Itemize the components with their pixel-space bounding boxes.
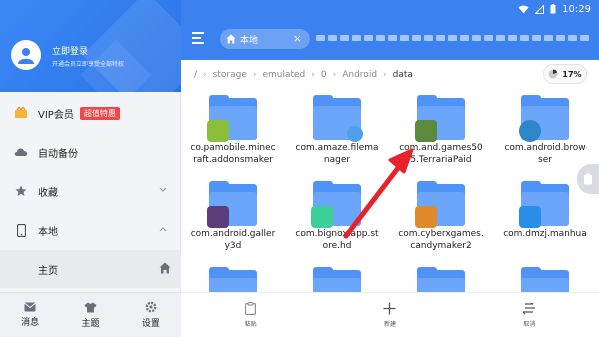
tab-local[interactable]: 本地 × [220, 29, 310, 49]
folder-name: com.dmzj.manhua [503, 229, 587, 239]
folder-name: co.pamobile.minec raft.addonsmaker [190, 143, 276, 165]
signal-icon [535, 4, 545, 14]
chevron-right-icon: › [332, 70, 337, 80]
app-icon [311, 206, 333, 228]
folder-item[interactable]: com.amaze.filema nager [285, 94, 389, 178]
gear-icon [145, 301, 157, 313]
cancel-button[interactable]: 取消 [460, 293, 599, 337]
hidden-tabs [316, 35, 589, 41]
tab-label: 消息 [21, 318, 40, 328]
folder-item[interactable]: com.android.galler y3d [181, 180, 285, 264]
chevron-right-icon: › [311, 70, 315, 80]
plus-icon [383, 302, 396, 315]
breadcrumb-item[interactable]: / [194, 70, 197, 80]
sidebar-item-favorites[interactable]: 收藏 [0, 172, 181, 210]
folder-item[interactable]: com.dmzj.manhua [493, 180, 597, 264]
mail-icon [24, 302, 36, 312]
promo-badge: 超值特惠 [79, 106, 120, 120]
breadcrumb-item[interactable]: storage [213, 70, 247, 80]
tab-label: 主题 [81, 318, 100, 329]
cloud-icon [14, 145, 28, 159]
chevron-down-icon [159, 185, 167, 196]
chevron-right-icon: › [383, 70, 387, 80]
sidebar-item-label: 自动备份 [38, 148, 78, 160]
close-tab-icon[interactable]: × [293, 32, 302, 45]
app-window: 立即登录 开通会员立即享受全部特权 VIP会员 超值特惠 自动备份 收藏 本地 … [0, 0, 599, 337]
app-icon [207, 120, 229, 142]
folder-item[interactable]: com.android.brow ser [493, 94, 597, 178]
folder-item[interactable]: com.cyberxgames. candymaker2 [389, 180, 493, 264]
shirt-icon [84, 302, 97, 312]
avatar[interactable] [11, 40, 41, 70]
app-icon [347, 126, 363, 142]
breadcrumb-item[interactable]: emulated [262, 70, 305, 80]
home-icon [226, 34, 236, 44]
action-bar: 粘贴 新建 取消 [181, 292, 599, 337]
pie-icon [548, 69, 558, 79]
chevron-right-icon: › [203, 70, 207, 80]
breadcrumb-current[interactable]: data [393, 70, 413, 80]
tab-messages[interactable]: 消息 [0, 293, 60, 337]
chevron-right-icon: › [252, 70, 257, 80]
new-button[interactable]: 新建 [320, 293, 459, 337]
paste-button[interactable]: 粘贴 [181, 293, 320, 337]
sidebar-item-backup[interactable]: 自动备份 [0, 133, 181, 171]
breadcrumb-item[interactable]: 0 [321, 70, 327, 80]
crown-icon [14, 106, 28, 120]
app-icon [519, 206, 541, 228]
sidebar-bottom-bar: 消息 主题 设置 [0, 292, 181, 337]
storage-usage[interactable]: 17% [543, 64, 587, 84]
breadcrumb: / › storage › emulated › 0 › Android › d… [181, 60, 599, 90]
app-icon [415, 206, 437, 228]
paste-icon [245, 302, 257, 315]
wifi-icon [518, 5, 529, 13]
action-label: 粘贴 [244, 321, 257, 328]
sidebar-item-label: VIP会员 [38, 109, 74, 121]
clock-time: 10:29 [562, 3, 591, 15]
sidebar-item-label: 本地 [38, 226, 58, 238]
login-subtitle: 开通会员立即享受全部特权 [52, 61, 125, 68]
action-label: 新建 [383, 321, 396, 328]
chevron-up-icon [159, 224, 167, 235]
folder-name: com.android.brow ser [504, 143, 586, 165]
tab-label: 本地 [240, 35, 259, 46]
floating-panel-handle[interactable] [577, 164, 599, 194]
sidebar-item-label: 主页 [38, 265, 58, 277]
folder-name: com.and.games50 5.TerrariaPaid [399, 143, 483, 165]
sidebar: 立即登录 开通会员立即享受全部特权 VIP会员 超值特惠 自动备份 收藏 本地 … [0, 0, 181, 337]
login-title[interactable]: 立即登录 [52, 44, 88, 57]
folder-name: com.android.galler y3d [190, 229, 276, 251]
app-icon [415, 120, 437, 142]
app-icon [519, 120, 541, 142]
folder-name: com.cyberxgames. candymaker2 [398, 229, 484, 251]
clipboard-icon [584, 173, 592, 185]
folder-item[interactable]: com.bignox.app.st ore.hd [285, 180, 389, 264]
storage-percent: 17% [562, 69, 582, 79]
tab-theme[interactable]: 主题 [60, 293, 120, 337]
breadcrumb-item[interactable]: Android [342, 70, 377, 80]
folder-item[interactable]: com.and.games50 5.TerrariaPaid [389, 94, 493, 178]
folder-name: com.amaze.filema nager [295, 143, 379, 165]
menu-icon[interactable] [192, 32, 206, 44]
tab-label: 设置 [141, 319, 160, 329]
star-icon [14, 184, 28, 198]
tab-settings[interactable]: 设置 [121, 293, 181, 337]
phone-icon [14, 223, 28, 237]
sidebar-item-label: 收藏 [38, 187, 58, 199]
app-icon [207, 206, 229, 228]
file-grid: co.pamobile.minec raft.addonsmaker com.am… [181, 94, 599, 312]
cancel-icon [522, 302, 536, 314]
user-icon [18, 48, 34, 64]
folder-name: com.bignox.app.st ore.hd [295, 229, 379, 251]
sidebar-item-vip[interactable]: VIP会员 超值特惠 [0, 94, 181, 132]
main-panel: 本地 × / › storage › emulated › 0 › Androi… [181, 0, 599, 337]
action-label: 取消 [523, 320, 536, 328]
sidebar-item-local[interactable]: 本地 [0, 211, 181, 249]
folder-item[interactable]: co.pamobile.minec raft.addonsmaker [181, 94, 285, 178]
status-bar: 10:29 [0, 0, 599, 18]
sidebar-item-home[interactable]: 主页 [0, 250, 181, 288]
home-icon [159, 262, 171, 277]
battery-icon [550, 4, 556, 14]
